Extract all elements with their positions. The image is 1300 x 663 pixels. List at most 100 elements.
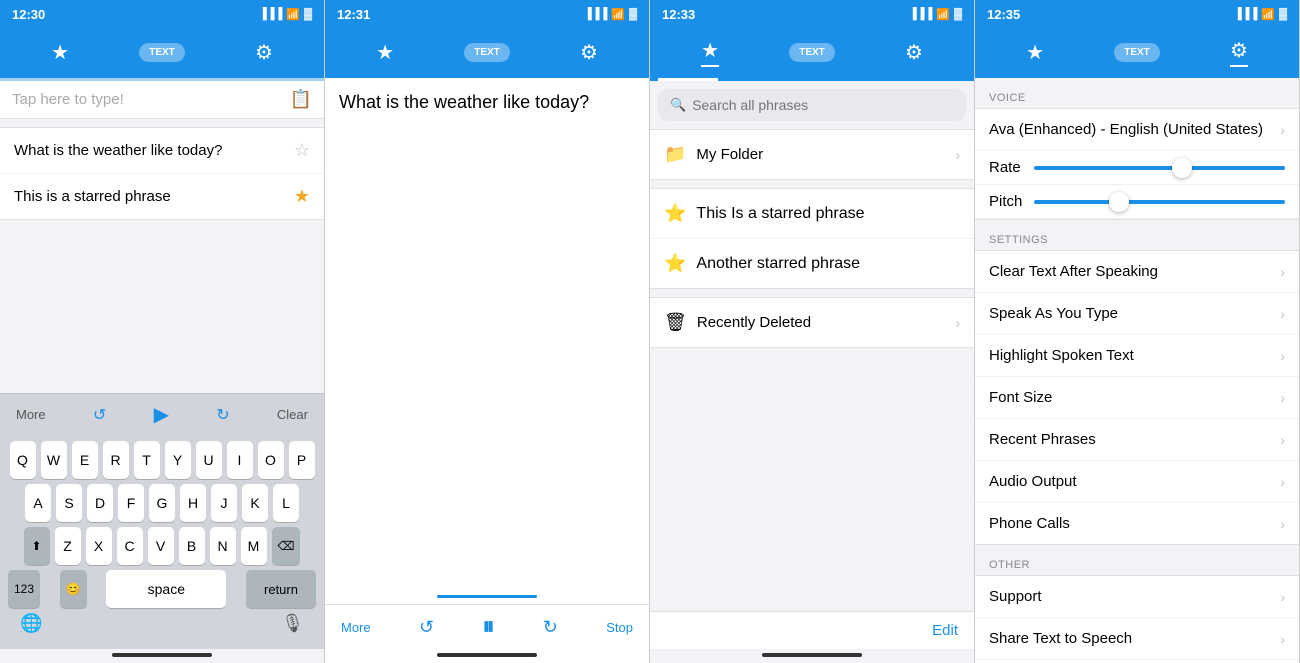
rewind-icon-2[interactable]: ↺	[419, 617, 434, 638]
settings-item-share[interactable]: Share Text to Speech ›	[975, 618, 1299, 660]
key-t[interactable]: T	[134, 441, 160, 479]
nav-speech-3[interactable]: TEXT	[789, 43, 835, 62]
settings-item-speak[interactable]: Speak As You Type ›	[975, 293, 1299, 335]
key-return[interactable]: return	[246, 570, 316, 608]
key-123[interactable]: 123	[8, 570, 40, 608]
key-z[interactable]: Z	[55, 527, 81, 565]
key-l[interactable]: L	[273, 484, 299, 522]
settings-item-recent[interactable]: Recent Phrases ›	[975, 419, 1299, 461]
phone-calls-chevron: ›	[1280, 516, 1285, 532]
pitch-slider-track[interactable]	[1034, 200, 1285, 204]
input-placeholder[interactable]: Tap here to type!	[12, 91, 290, 108]
star-icon-1[interactable]: ☆	[294, 140, 310, 161]
key-n[interactable]: N	[210, 527, 236, 565]
key-g[interactable]: G	[149, 484, 175, 522]
nav-speech-1[interactable]: TEXT	[139, 43, 185, 62]
starred-text-1: This Is a starred phrase	[696, 205, 864, 223]
key-e[interactable]: E	[72, 441, 98, 479]
pitch-row[interactable]: Pitch	[975, 185, 1299, 219]
settings-item-clear[interactable]: Clear Text After Speaking ›	[975, 251, 1299, 293]
key-j[interactable]: J	[211, 484, 237, 522]
key-c[interactable]: C	[117, 527, 143, 565]
stop-btn-2[interactable]: Stop	[606, 620, 633, 635]
nav-speech-2[interactable]: TEXT	[464, 43, 510, 62]
key-m[interactable]: M	[241, 527, 267, 565]
folder-name-1: My Folder	[696, 146, 763, 163]
starred-item-1[interactable]: ⭐ This Is a starred phrase	[650, 189, 974, 239]
clear-btn-1[interactable]: Clear	[277, 407, 308, 422]
nav-speech-4[interactable]: TEXT	[1114, 43, 1160, 62]
key-w[interactable]: W	[41, 441, 67, 479]
key-b[interactable]: B	[179, 527, 205, 565]
rate-row[interactable]: Rate	[975, 151, 1299, 185]
key-k[interactable]: K	[242, 484, 268, 522]
status-bar-3: 12:33 ▐▐▐ 📶 ▓	[650, 0, 974, 28]
recently-deleted-item[interactable]: 🗑 Recently Deleted ›	[650, 298, 974, 347]
key-d[interactable]: D	[87, 484, 113, 522]
refresh-icon-1[interactable]: ↺	[93, 405, 106, 425]
key-y[interactable]: Y	[165, 441, 191, 479]
voice-item[interactable]: Ava (Enhanced) - English (United States)…	[975, 109, 1299, 151]
key-u[interactable]: U	[196, 441, 222, 479]
star-icon-2[interactable]: ★	[294, 186, 310, 207]
key-q[interactable]: Q	[10, 441, 36, 479]
search-input[interactable]	[692, 97, 954, 113]
key-o[interactable]: O	[258, 441, 284, 479]
nav-star-3[interactable]: ★	[701, 38, 719, 67]
phrase-item-2[interactable]: This is a starred phrase ★	[0, 174, 324, 219]
pause-icon-2[interactable]: ⏸	[482, 613, 494, 641]
forward-icon-2[interactable]: ↻	[543, 617, 558, 638]
settings-item-support[interactable]: Support ›	[975, 576, 1299, 618]
settings-item-phone[interactable]: Phone Calls ›	[975, 503, 1299, 544]
nav-star-2[interactable]: ★	[376, 40, 394, 65]
key-h[interactable]: H	[180, 484, 206, 522]
key-x[interactable]: X	[86, 527, 112, 565]
settings-item-highlight[interactable]: Highlight Spoken Text ›	[975, 335, 1299, 377]
key-a[interactable]: A	[25, 484, 51, 522]
nav-star-1[interactable]: ★	[51, 40, 69, 65]
bottom-toolbar-2: More ↺ ⏸ ↻ Stop	[325, 604, 649, 649]
key-emoji[interactable]: 😊	[60, 570, 87, 608]
nav-filter-3[interactable]: ⚙	[905, 40, 923, 65]
pitch-slider-thumb[interactable]	[1109, 192, 1129, 212]
home-indicator-3	[650, 649, 974, 663]
signal-icon-2: ▐▐▐	[584, 8, 607, 20]
play-icon-1[interactable]: ▶	[154, 402, 169, 427]
nav-filter-1[interactable]: ⚙	[255, 40, 273, 65]
phone-1: 12:30 ▐▐▐ 📶 ▓ ★ TEXT ⚙ Tap here to type!…	[0, 0, 325, 663]
key-v[interactable]: V	[148, 527, 174, 565]
nav-star-4[interactable]: ★	[1026, 40, 1044, 65]
copy-icon[interactable]: 📋	[290, 89, 312, 110]
phrase-item-1[interactable]: What is the weather like today? ☆	[0, 128, 324, 174]
nav-bar-2: ★ TEXT ⚙	[325, 28, 649, 78]
key-f[interactable]: F	[118, 484, 144, 522]
status-icons-2: ▐▐▐ 📶 ▓	[584, 8, 637, 21]
key-s[interactable]: S	[56, 484, 82, 522]
key-delete[interactable]: ⌫	[272, 527, 301, 565]
starred-item-2[interactable]: ⭐ Another starred phrase	[650, 239, 974, 288]
rate-slider-track[interactable]	[1034, 166, 1285, 170]
more-btn-2[interactable]: More	[341, 620, 371, 635]
rate-slider-thumb[interactable]	[1172, 158, 1192, 178]
key-p[interactable]: P	[289, 441, 315, 479]
edit-btn[interactable]: Edit	[932, 622, 958, 639]
signal-icon-4: ▐▐▐	[1234, 8, 1257, 20]
kb-row-2: A S D F G H J K L	[4, 484, 320, 522]
refresh-icon-2[interactable]: ↻	[216, 405, 229, 425]
nav-filter-4[interactable]: ⚙	[1230, 38, 1248, 67]
nav-filter-2[interactable]: ⚙	[580, 40, 598, 65]
status-time-4: 12:35	[987, 7, 1020, 22]
settings-item-font[interactable]: Font Size ›	[975, 377, 1299, 419]
mic-icon[interactable]: 🎙	[281, 613, 304, 634]
key-space[interactable]: space	[106, 570, 226, 608]
folder-item-1[interactable]: 📁 My Folder ›	[650, 130, 974, 179]
text-input-area[interactable]: Tap here to type! 📋	[0, 81, 324, 119]
settings-item-audio[interactable]: Audio Output ›	[975, 461, 1299, 503]
key-r[interactable]: R	[103, 441, 129, 479]
key-shift[interactable]: ⬆	[24, 527, 50, 565]
ph3-footer: Edit	[650, 611, 974, 649]
globe-icon[interactable]: 🌐	[20, 613, 42, 634]
more-btn-1[interactable]: More	[16, 407, 46, 422]
status-icons-4: ▐▐▐ 📶 ▓	[1234, 8, 1287, 21]
key-i[interactable]: I	[227, 441, 253, 479]
